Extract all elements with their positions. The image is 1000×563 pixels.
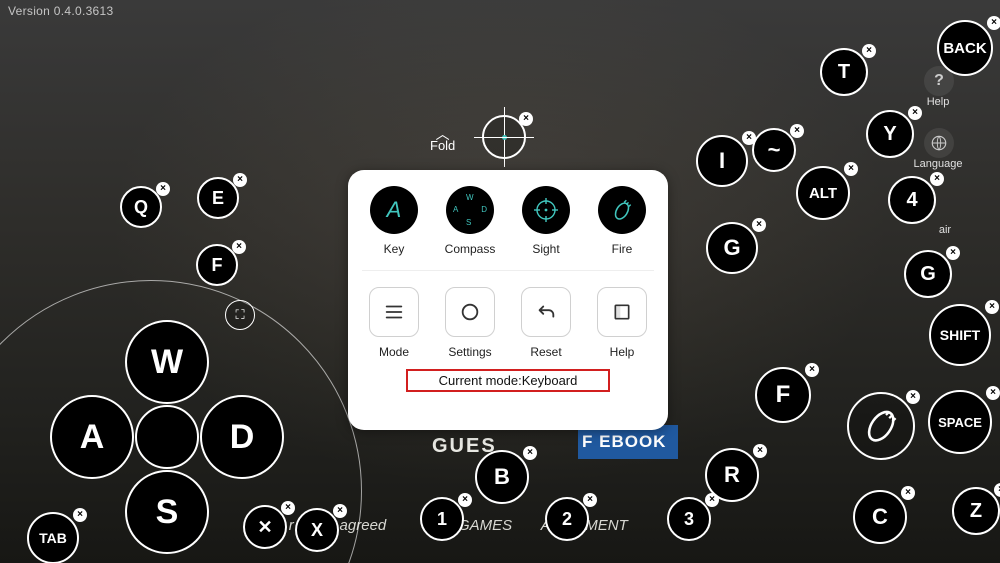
close-icon[interactable]: × <box>906 390 920 404</box>
key-c[interactable]: C <box>853 490 907 544</box>
close-icon[interactable]: × <box>156 182 170 196</box>
close-icon[interactable]: × <box>233 173 247 187</box>
language-bg-label: Language <box>908 158 968 170</box>
close-icon[interactable]: × <box>946 246 960 260</box>
key-shift[interactable]: SHIFT <box>929 304 991 366</box>
key-icon: A <box>370 186 418 234</box>
key-i[interactable]: I <box>696 135 748 187</box>
dpad-down[interactable]: S <box>125 470 209 554</box>
close-icon[interactable]: × <box>519 112 533 126</box>
current-mode: Current mode:Keyboard <box>406 369 610 392</box>
panel-item-settings[interactable]: Settings <box>438 287 502 359</box>
key-xcircle[interactable]: ✕ <box>243 505 287 549</box>
key-q[interactable]: Q <box>120 186 162 228</box>
fold-button[interactable]: ︿ Fold <box>430 130 455 153</box>
close-icon[interactable]: × <box>930 172 944 186</box>
dpad-up[interactable]: W <box>125 320 209 404</box>
chevron-up-icon: ︿ <box>430 130 455 138</box>
panel-item-fire[interactable]: Fire <box>590 186 654 256</box>
close-icon[interactable]: × <box>753 444 767 458</box>
close-icon[interactable]: × <box>281 501 295 515</box>
key-back[interactable]: BACK <box>937 20 993 76</box>
panel-label: Help <box>610 345 635 359</box>
panel-item-compass[interactable]: W S A D Compass <box>438 186 502 256</box>
key-t[interactable]: T <box>820 48 868 96</box>
panel-label: Mode <box>379 345 409 359</box>
close-icon[interactable]: × <box>333 504 347 518</box>
fire-indicator[interactable] <box>847 392 915 460</box>
close-icon[interactable]: × <box>985 300 999 314</box>
close-icon[interactable]: × <box>752 218 766 232</box>
mode-icon <box>369 287 419 337</box>
close-icon[interactable]: × <box>705 493 719 507</box>
close-icon[interactable]: × <box>986 386 1000 400</box>
version-text: Version 0.4.0.3613 <box>8 4 113 18</box>
key-tab[interactable]: TAB <box>27 512 79 563</box>
key-e[interactable]: E <box>197 177 239 219</box>
sight-icon <box>522 186 570 234</box>
close-icon[interactable]: × <box>232 240 246 254</box>
key-4[interactable]: 4 <box>888 176 936 224</box>
dpad-right[interactable]: D <box>200 395 284 479</box>
help-icon <box>597 287 647 337</box>
close-icon[interactable]: × <box>805 363 819 377</box>
key-f2[interactable]: F <box>755 367 811 423</box>
compass-icon: W S A D <box>446 186 494 234</box>
key-tilde[interactable]: ~ <box>752 128 796 172</box>
panel-label: Compass <box>445 242 496 256</box>
close-icon[interactable]: × <box>790 124 804 138</box>
panel-label: Settings <box>448 345 491 359</box>
key-space[interactable]: SPACE <box>928 390 992 454</box>
key-2[interactable]: 2 <box>545 497 589 541</box>
air-bg-label: air <box>915 224 975 236</box>
reset-icon <box>521 287 571 337</box>
dpad-center <box>135 405 199 469</box>
settings-icon <box>445 287 495 337</box>
key-x[interactable]: X <box>295 508 339 552</box>
key-b[interactable]: B <box>475 450 529 504</box>
fire-icon <box>598 186 646 234</box>
panel-item-mode[interactable]: Mode <box>362 287 426 359</box>
panel-label: Reset <box>530 345 561 359</box>
key-g2[interactable]: G <box>904 250 952 298</box>
key-g1[interactable]: G <box>706 222 758 274</box>
close-icon[interactable]: × <box>583 493 597 507</box>
panel-item-sight[interactable]: Sight <box>514 186 578 256</box>
panel-item-help[interactable]: Help <box>590 287 654 359</box>
panel-label: Key <box>384 242 405 256</box>
close-icon[interactable]: × <box>844 162 858 176</box>
key-f[interactable]: F <box>196 244 238 286</box>
close-icon[interactable]: × <box>458 493 472 507</box>
key-3[interactable]: 3 <box>667 497 711 541</box>
close-icon[interactable]: × <box>908 106 922 120</box>
close-icon[interactable]: × <box>901 486 915 500</box>
facebook-bg-text: F EBOOK <box>582 432 666 452</box>
language-bg-icon <box>924 128 954 158</box>
key-alt[interactable]: ALT <box>796 166 850 220</box>
panel-row-2: Mode Settings Reset Help <box>348 271 668 359</box>
dpad-left[interactable]: A <box>50 395 134 479</box>
panel-label: Fire <box>612 242 633 256</box>
key-1[interactable]: 1 <box>420 497 464 541</box>
panel-item-key[interactable]: A Key <box>362 186 426 256</box>
close-icon[interactable]: × <box>994 483 1000 497</box>
key-z[interactable]: Z <box>952 487 1000 535</box>
panel-label: Sight <box>532 242 559 256</box>
panel-item-reset[interactable]: Reset <box>514 287 578 359</box>
fold-label: Fold <box>430 138 455 153</box>
close-icon[interactable]: × <box>987 16 1000 30</box>
close-icon[interactable]: × <box>862 44 876 58</box>
close-icon[interactable]: × <box>73 508 87 522</box>
key-y[interactable]: Y <box>866 110 914 158</box>
panel-row-1: A Key W S A D Compass Sight <box>348 170 668 256</box>
keymap-panel: A Key W S A D Compass Sight <box>348 170 668 430</box>
close-icon[interactable]: × <box>523 446 537 460</box>
